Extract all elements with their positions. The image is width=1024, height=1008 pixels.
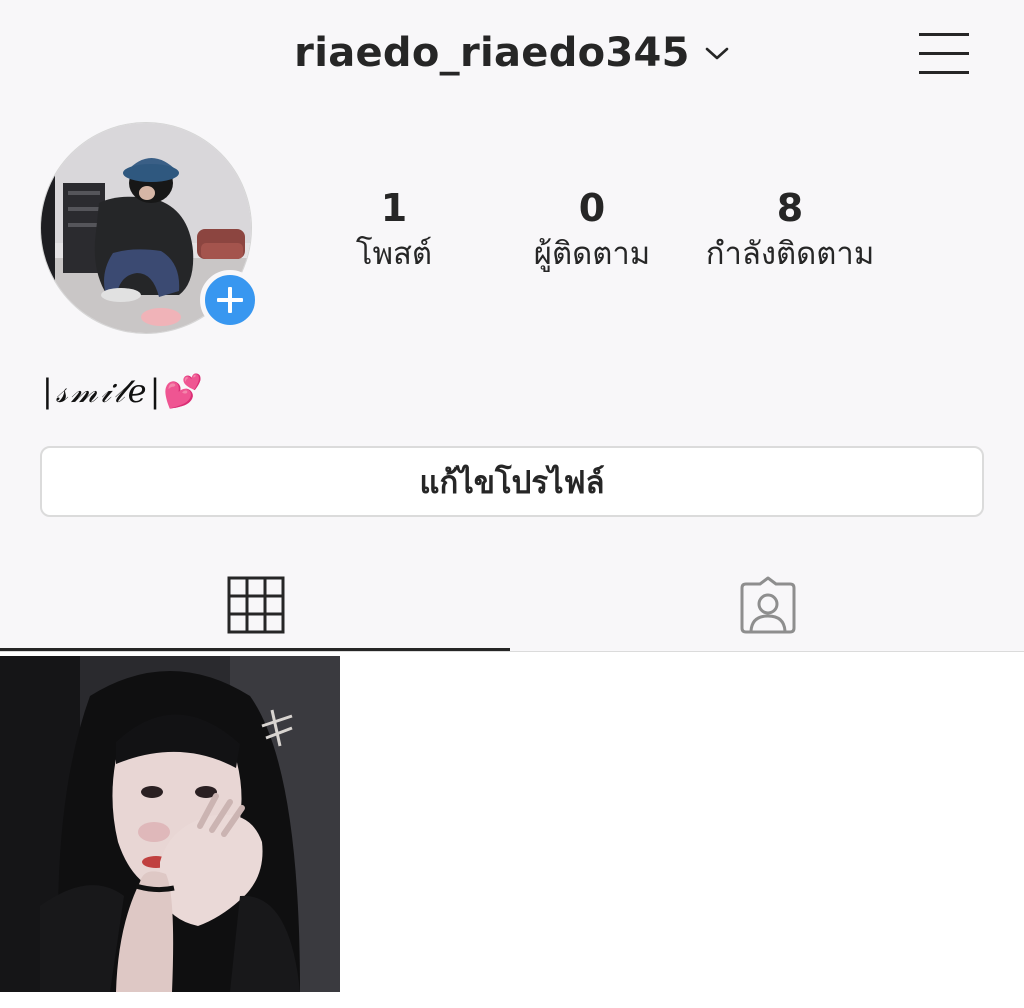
stat-following[interactable]: 8 กำลังติดตาม xyxy=(690,182,890,274)
grid-icon xyxy=(227,576,285,634)
followers-label: ผู้ติดตาม xyxy=(533,236,651,272)
posts-label: โพสต์ xyxy=(355,236,433,272)
following-count: 8 xyxy=(776,186,804,230)
posts-count: 1 xyxy=(380,186,408,230)
username[interactable]: riaedo_riaedo345 xyxy=(294,30,690,76)
following-label: กำลังติดตาม xyxy=(705,236,875,272)
post-thumbnail[interactable] xyxy=(0,656,340,992)
tagged-person-icon xyxy=(740,576,796,634)
stat-followers[interactable]: 0 ผู้ติดตาม xyxy=(492,182,692,274)
profile-header: riaedo_riaedo345 xyxy=(0,0,1024,112)
chevron-down-icon[interactable] xyxy=(704,43,730,63)
add-story-button[interactable] xyxy=(200,270,260,330)
bio-emoji: 💕 xyxy=(163,372,207,410)
edit-profile-button[interactable]: แก้ไขโปรไฟล์ xyxy=(40,446,984,517)
bio: |𝓈𝓂𝒾𝓁𝑒|💕 xyxy=(42,372,206,411)
bio-text: |𝓈𝓂𝒾𝓁𝑒| xyxy=(42,372,164,410)
tab-tagged[interactable] xyxy=(512,560,1024,650)
followers-count: 0 xyxy=(578,186,606,230)
stat-posts[interactable]: 1 โพสต์ xyxy=(294,182,494,274)
hamburger-menu-icon[interactable] xyxy=(916,30,972,78)
account-switcher[interactable]: riaedo_riaedo345 xyxy=(0,30,1024,76)
plus-icon xyxy=(217,287,243,313)
tab-posts-grid[interactable] xyxy=(0,560,512,650)
